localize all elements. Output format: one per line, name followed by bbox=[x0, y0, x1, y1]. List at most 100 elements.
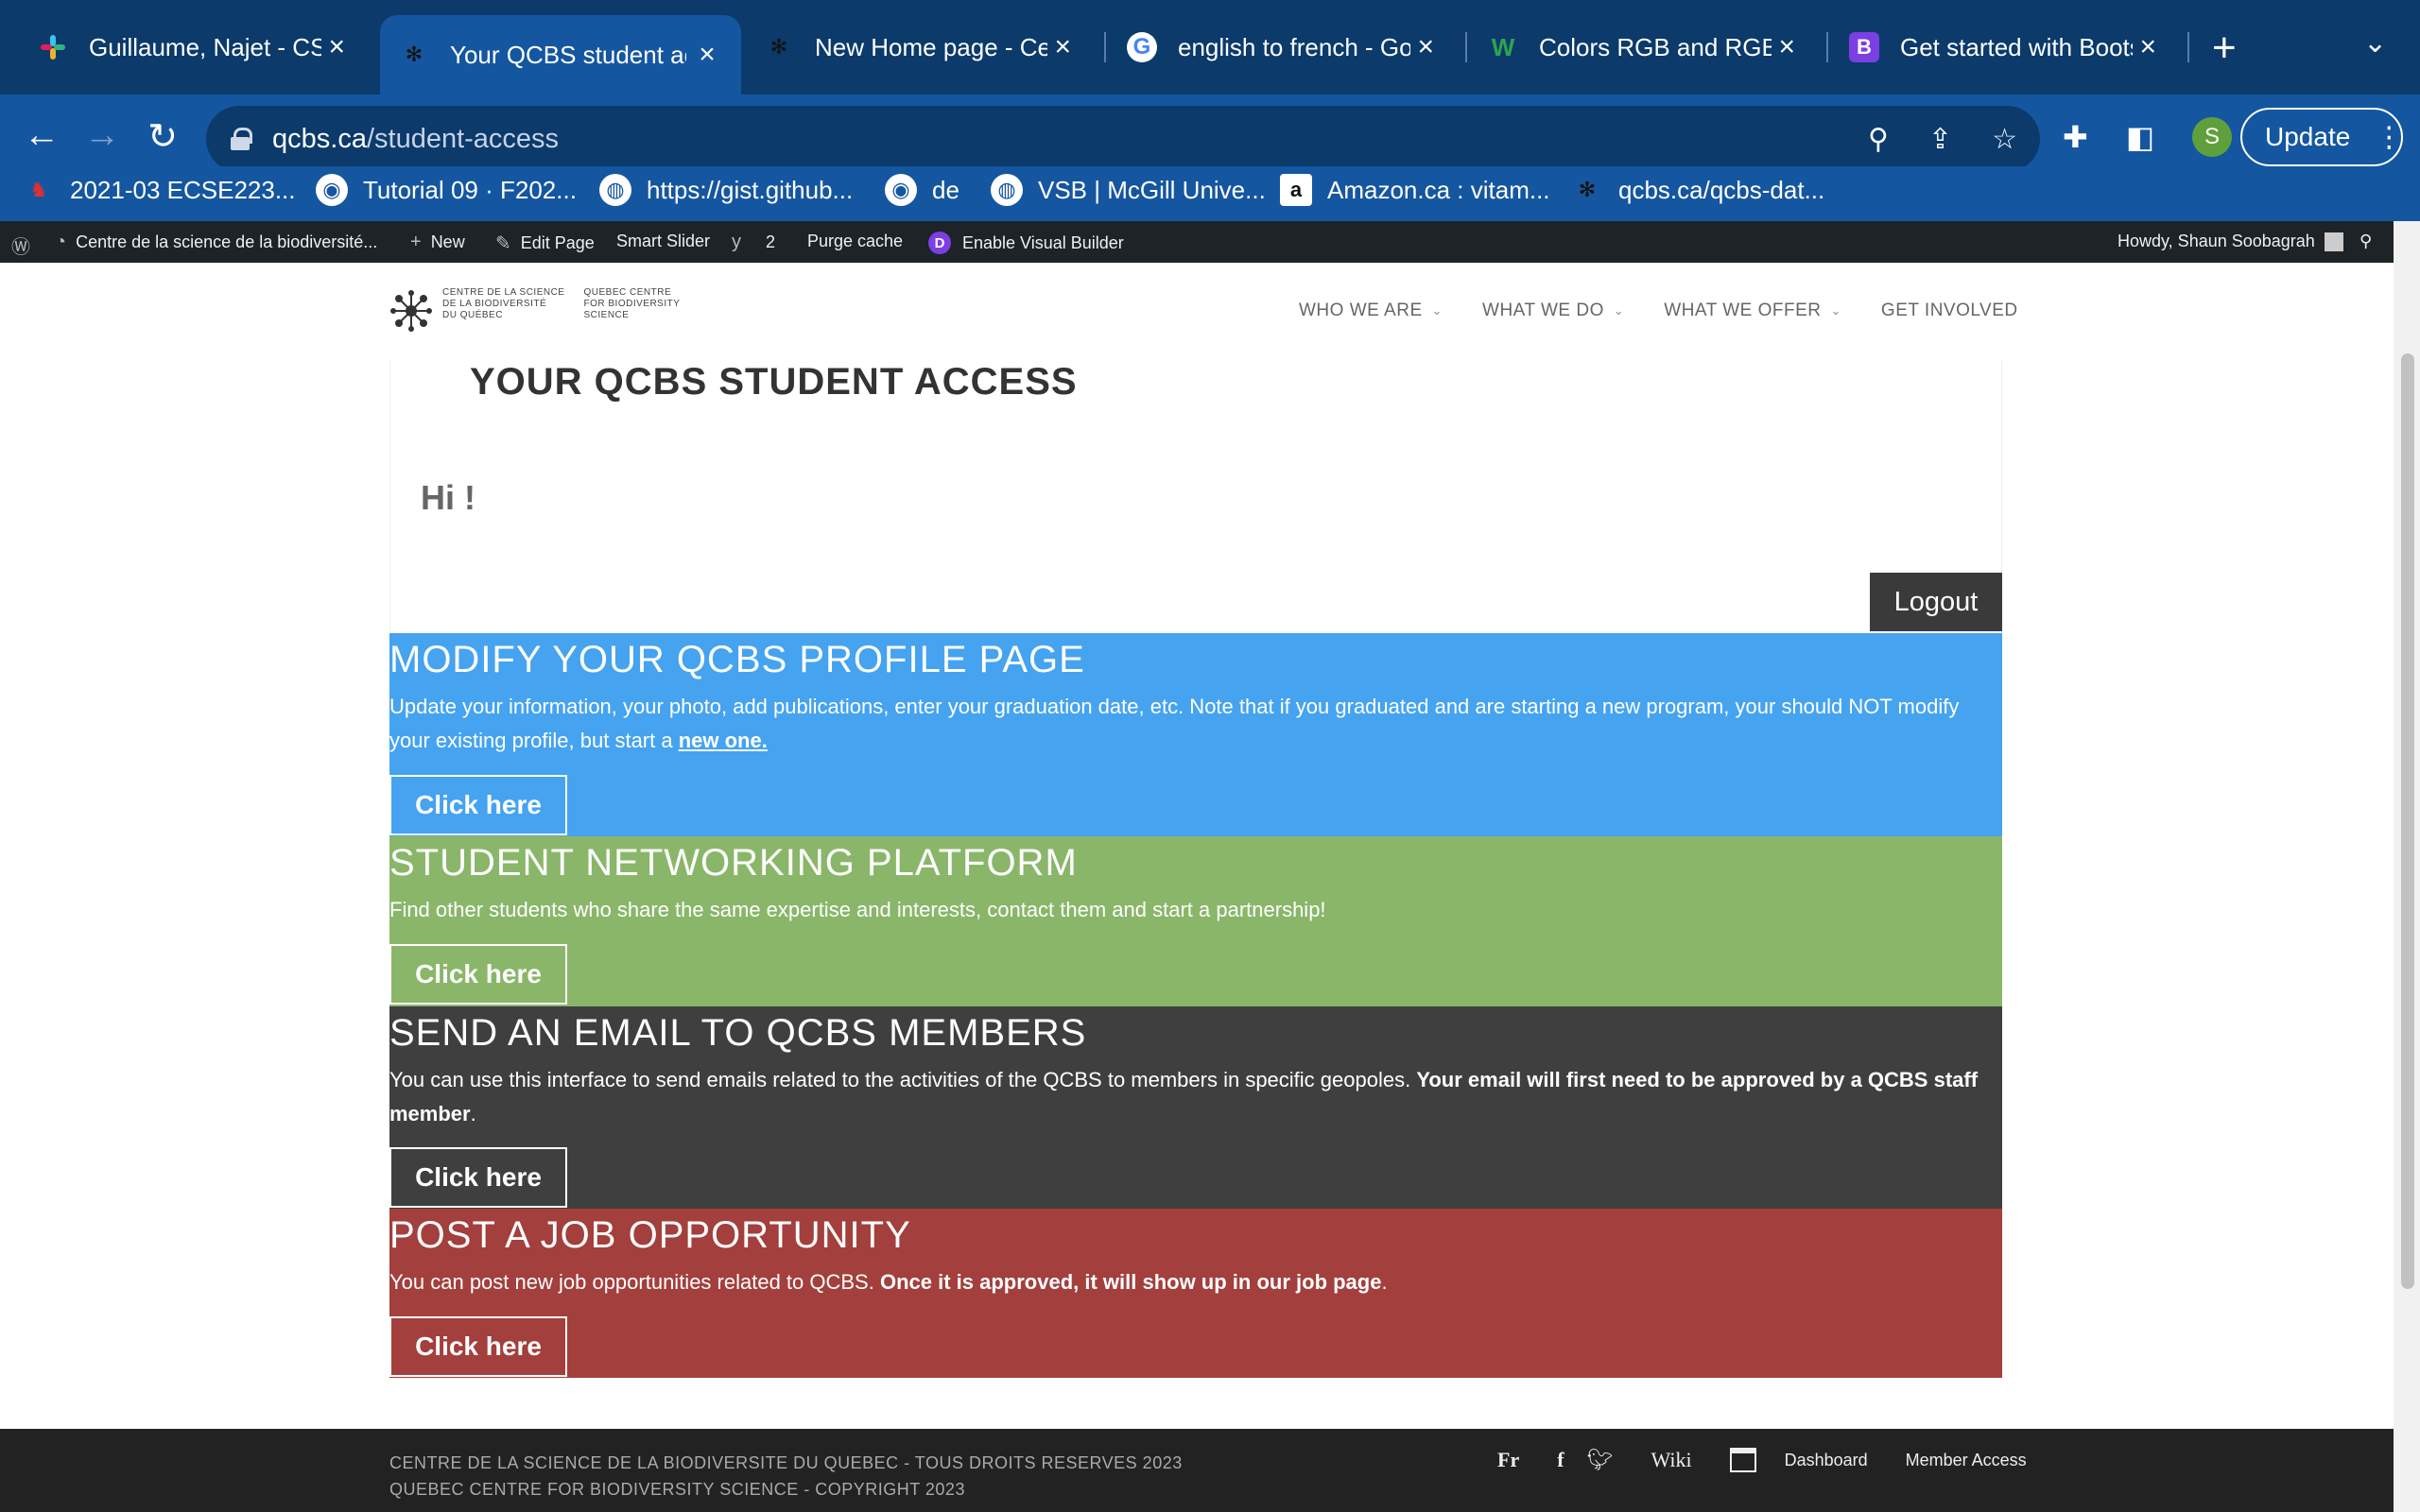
nav-what-we-offer[interactable]: WHAT WE OFFER ⌄ bbox=[1664, 301, 1841, 321]
nav-label: WHAT WE DO bbox=[1482, 301, 1604, 320]
github-icon: ◉ bbox=[316, 174, 348, 206]
browser-tab[interactable]: ✻ New Home page - Centr × bbox=[745, 15, 1097, 79]
post-job-button[interactable]: Click here bbox=[389, 1316, 567, 1377]
close-icon[interactable]: × bbox=[321, 31, 352, 63]
admin-edit-page[interactable]: ✎ Edit Page bbox=[495, 232, 595, 255]
url-text[interactable]: qcbs.ca/student-access bbox=[272, 124, 559, 155]
section-networking: STUDENT NETWORKING PLATFORM Find other s… bbox=[389, 836, 2002, 1006]
divi-icon: D bbox=[928, 232, 951, 254]
admin-visual-builder[interactable]: D Enable Visual Builder bbox=[928, 232, 1124, 254]
wiki-link[interactable]: Wiki bbox=[1651, 1448, 1691, 1472]
tab-search-chevron-icon[interactable]: ⌄ bbox=[2363, 26, 2387, 60]
share-icon[interactable]: ⇪ bbox=[1928, 123, 1952, 156]
nav-what-we-do[interactable]: WHAT WE DO ⌄ bbox=[1482, 301, 1624, 321]
browser-tab[interactable]: W Colors RGB and RGBA × bbox=[1469, 15, 1821, 79]
section-description: You can use this interface to send email… bbox=[389, 1063, 2002, 1131]
browser-tab[interactable]: G english to french - Goo × bbox=[1108, 15, 1460, 79]
forward-arrow-icon[interactable]: → bbox=[79, 115, 125, 156]
close-icon[interactable]: × bbox=[1410, 31, 1441, 63]
bootstrap-icon: B bbox=[1849, 32, 1879, 62]
calendar-icon[interactable] bbox=[1729, 1448, 1756, 1472]
bookmark-item[interactable]: ◉ de bbox=[885, 174, 959, 206]
site-header: CENTRE DE LA SCIENCE DE LA BIODIVERSITÉ … bbox=[0, 263, 2394, 361]
bookmark-item[interactable]: ✻ qcbs.ca/qcbs-dat... bbox=[1571, 174, 1824, 206]
close-icon[interactable]: × bbox=[692, 39, 722, 71]
footer-line-fr: CENTRE DE LA SCIENCE DE LA BIODIVERSITE … bbox=[389, 1453, 1183, 1472]
new-profile-link[interactable]: new one. bbox=[679, 729, 768, 752]
extensions-puzzle-icon[interactable]: ✚ bbox=[2063, 119, 2088, 155]
section-body-text: Update your information, your photo, add… bbox=[389, 695, 1960, 752]
admin-new[interactable]: + New bbox=[410, 232, 465, 253]
logout-button[interactable]: Logout bbox=[1870, 573, 2002, 631]
kebab-menu-icon[interactable]: ⋮ bbox=[2375, 121, 2403, 154]
bookmark-label: https://gist.github... bbox=[647, 175, 854, 204]
admin-yoast[interactable]: y2 bbox=[732, 232, 775, 253]
footer-copyright: CENTRE DE LA SCIENCE DE LA BIODIVERSITE … bbox=[389, 1450, 1183, 1503]
bookmark-star-icon[interactable]: ☆ bbox=[1992, 123, 2017, 156]
section-description: Find other students who share the same e… bbox=[389, 898, 1326, 921]
bookmark-item[interactable]: a Amazon.ca : vitam... bbox=[1280, 174, 1550, 206]
admin-site-name[interactable]: ◔ Centre de la science de la biodiversité… bbox=[55, 232, 377, 253]
dashboard-link[interactable]: Dashboard bbox=[1785, 1451, 1868, 1470]
section-title: SEND AN EMAIL TO QCBS MEMBERS bbox=[389, 1012, 1087, 1054]
qcbs-icon: ✻ bbox=[769, 35, 788, 59]
tab-title: Guillaume, Najet - CSB bbox=[89, 32, 322, 61]
bookmark-item[interactable]: ♞ 2021-03 ECSE223... bbox=[23, 174, 296, 206]
url-path: /student-access bbox=[366, 123, 560, 154]
greeting: Hi ! bbox=[421, 478, 475, 517]
tab-title: english to french - Goo bbox=[1178, 32, 1411, 61]
side-panel-icon[interactable]: ◧ bbox=[2126, 119, 2154, 155]
nav-get-involved[interactable]: GET INVOLVED bbox=[1881, 301, 2018, 321]
close-icon[interactable]: × bbox=[1772, 31, 1802, 63]
browser-tab-active[interactable]: ✻ Your QCBS student acc × bbox=[380, 15, 741, 94]
back-arrow-icon[interactable]: ← bbox=[19, 115, 64, 156]
google-icon: G bbox=[1127, 32, 1157, 62]
github-icon: ◉ bbox=[885, 174, 917, 206]
sheep-icon: ♞ bbox=[29, 178, 48, 201]
bookmark-item[interactable]: ◍ VSB | McGill Unive... bbox=[991, 174, 1266, 206]
zoom-icon[interactable]: ⚲ bbox=[1868, 123, 1889, 156]
logo-line: CENTRE DE LA SCIENCE bbox=[442, 287, 565, 298]
admin-search-icon[interactable]: ⚲ bbox=[2360, 232, 2372, 251]
bookmark-item[interactable]: ◍ https://gist.github... bbox=[599, 174, 853, 206]
networking-button[interactable]: Click here bbox=[389, 944, 567, 1005]
page-scrollbar[interactable] bbox=[2394, 221, 2420, 1512]
admin-smart-slider[interactable]: Smart Slider bbox=[616, 232, 710, 251]
amazon-icon: a bbox=[1280, 174, 1312, 206]
pencil-icon: ✎ bbox=[495, 233, 511, 254]
update-button[interactable]: Update ⋮ bbox=[2240, 108, 2403, 166]
bookmark-label: 2021-03 ECSE223... bbox=[70, 175, 296, 204]
modify-profile-button[interactable]: Click here bbox=[389, 775, 567, 835]
new-tab-button[interactable]: + bbox=[2212, 25, 2237, 72]
browser-tab[interactable]: Guillaume, Najet - CSB × bbox=[19, 15, 371, 79]
browser-tab[interactable]: B Get started with Boots × bbox=[1830, 15, 2182, 79]
reload-icon[interactable]: ↻ bbox=[140, 115, 185, 158]
close-icon[interactable]: × bbox=[2133, 31, 2163, 63]
new-label: New bbox=[430, 232, 465, 251]
profile-avatar[interactable]: S bbox=[2192, 117, 2233, 157]
yoast-count: 2 bbox=[766, 232, 776, 251]
nav-who-we-are[interactable]: WHO WE ARE ⌄ bbox=[1299, 301, 1443, 321]
member-access-link[interactable]: Member Access bbox=[1906, 1451, 2027, 1470]
bookmark-item[interactable]: ◉ Tutorial 09 · F202... bbox=[316, 174, 577, 206]
address-bar[interactable]: qcbs.ca/student-access ⚲ ⇪ ☆ bbox=[206, 106, 2040, 172]
student-access-header: YOUR QCBS STUDENT ACCESS Hi ! Logout bbox=[389, 361, 2002, 633]
twitter-icon[interactable]: 🐦︎ bbox=[1587, 1448, 1614, 1472]
qcbs-logo[interactable]: CENTRE DE LA SCIENCE DE LA BIODIVERSITÉ … bbox=[389, 287, 699, 335]
logo-text-fr: CENTRE DE LA SCIENCE DE LA BIODIVERSITÉ … bbox=[442, 287, 564, 321]
admin-purge-cache[interactable]: Purge cache bbox=[807, 232, 903, 251]
language-switch-link[interactable]: Fr bbox=[1497, 1448, 1519, 1472]
send-email-button[interactable]: Click here bbox=[389, 1147, 567, 1208]
bookmark-label: VSB | McGill Unive... bbox=[1038, 175, 1266, 204]
bookmarks-bar: ♞ 2021-03 ECSE223... ◉ Tutorial 09 · F20… bbox=[0, 166, 2420, 221]
wordpress-logo-icon[interactable]: Ⓦ bbox=[11, 232, 40, 259]
admin-howdy[interactable]: Howdy, Shaun Soobagrah bbox=[2118, 232, 2343, 251]
tab-separator bbox=[1465, 32, 1467, 62]
logo-line: DE LA BIODIVERSITÉ bbox=[442, 299, 547, 309]
facebook-icon[interactable]: f bbox=[1557, 1448, 1564, 1472]
tab-title: Get started with Boots bbox=[1900, 32, 2134, 61]
scrollbar-thumb[interactable] bbox=[2401, 353, 2414, 1289]
close-icon[interactable]: × bbox=[1047, 31, 1078, 63]
update-label: Update bbox=[2265, 122, 2351, 151]
bookmark-label: Amazon.ca : vitam... bbox=[1327, 175, 1550, 204]
